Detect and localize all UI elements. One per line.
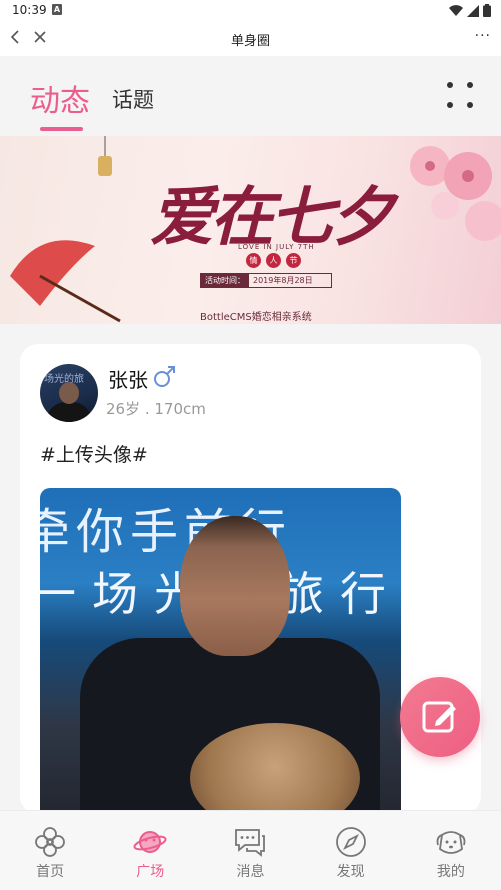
user-name[interactable]: 张张 <box>108 364 148 393</box>
nav-item-square[interactable]: 广场 <box>100 811 200 890</box>
signal-icon <box>467 4 479 17</box>
dog-face-icon <box>436 831 466 854</box>
nav-item-messages[interactable]: 消息 <box>200 811 300 890</box>
blossom-icon <box>410 146 501 241</box>
dot-icon <box>447 102 453 108</box>
post-text: #上传头像# <box>40 444 148 466</box>
status-bar: 10:39 A <box>0 0 501 20</box>
nav-label: 消息 <box>236 864 265 880</box>
banner-date-value: 2019年8月28日 <box>253 276 313 285</box>
wifi-icon <box>449 4 463 16</box>
title-bar: 单身圈 ··· <box>0 20 501 56</box>
banner-subtitle: LOVE IN JULY 7TH <box>238 243 315 251</box>
umbrella-icon <box>10 240 121 323</box>
avatar-head <box>59 382 79 404</box>
banner-date-label: 活动时间： <box>201 274 249 287</box>
dot-icon <box>467 102 473 108</box>
nav-item-profile[interactable]: 我的 <box>401 811 501 890</box>
planet-icon <box>133 831 167 853</box>
seal-char: 人 <box>266 253 281 268</box>
tab-header: 动态 话题 <box>0 56 501 136</box>
bottom-nav: 首页 广场 消息 发现 我的 <box>0 810 501 890</box>
active-tab-indicator <box>40 127 83 131</box>
tab-topics[interactable]: 话题 <box>112 84 154 114</box>
seal-char: 情 <box>246 253 261 268</box>
banner-footer: BottleCMS婚恋相亲系统 <box>200 312 312 323</box>
grid-menu-button[interactable] <box>445 80 475 110</box>
chat-icon <box>235 829 266 857</box>
male-icon <box>154 366 175 387</box>
tab-dynamics[interactable]: 动态 <box>30 76 90 120</box>
avatar-body <box>46 402 92 422</box>
dot-icon <box>467 82 473 88</box>
nav-label: 发现 <box>336 864 365 880</box>
banner-seals: 情 人 节 <box>246 253 301 268</box>
nav-item-home[interactable]: 首页 <box>0 811 100 890</box>
compass-icon <box>335 827 366 857</box>
notification-icon: A <box>52 4 62 15</box>
promo-banner[interactable]: 爱在七夕 LOVE IN JULY 7TH 情 人 节 活动时间： 2019年8月… <box>0 136 501 324</box>
photo-figure-head <box>180 516 290 656</box>
lantern-icon <box>98 136 112 176</box>
dot-icon <box>447 82 453 88</box>
edit-icon <box>422 701 456 733</box>
compose-post-button[interactable] <box>400 677 480 757</box>
banner-date: 活动时间： 2019年8月28日 <box>200 273 332 288</box>
nav-item-discover[interactable]: 发现 <box>301 811 401 890</box>
page-title: 单身圈 <box>230 34 270 49</box>
status-time: 10:39 <box>12 3 47 17</box>
battery-icon <box>483 4 491 17</box>
nav-label: 我的 <box>436 864 465 880</box>
user-meta: 26岁 . 170cm <box>106 400 206 418</box>
nav-label: 首页 <box>36 864 65 880</box>
post-photo[interactable]: 牵你手前行 一场光的旅行 <box>40 488 401 814</box>
avatar[interactable]: 场光的旅 <box>40 364 98 422</box>
nav-label: 广场 <box>136 864 165 880</box>
seal-char: 节 <box>286 253 301 268</box>
more-options-button[interactable]: ··· <box>475 28 491 44</box>
status-icons <box>449 4 491 17</box>
flower-icon <box>35 827 65 857</box>
